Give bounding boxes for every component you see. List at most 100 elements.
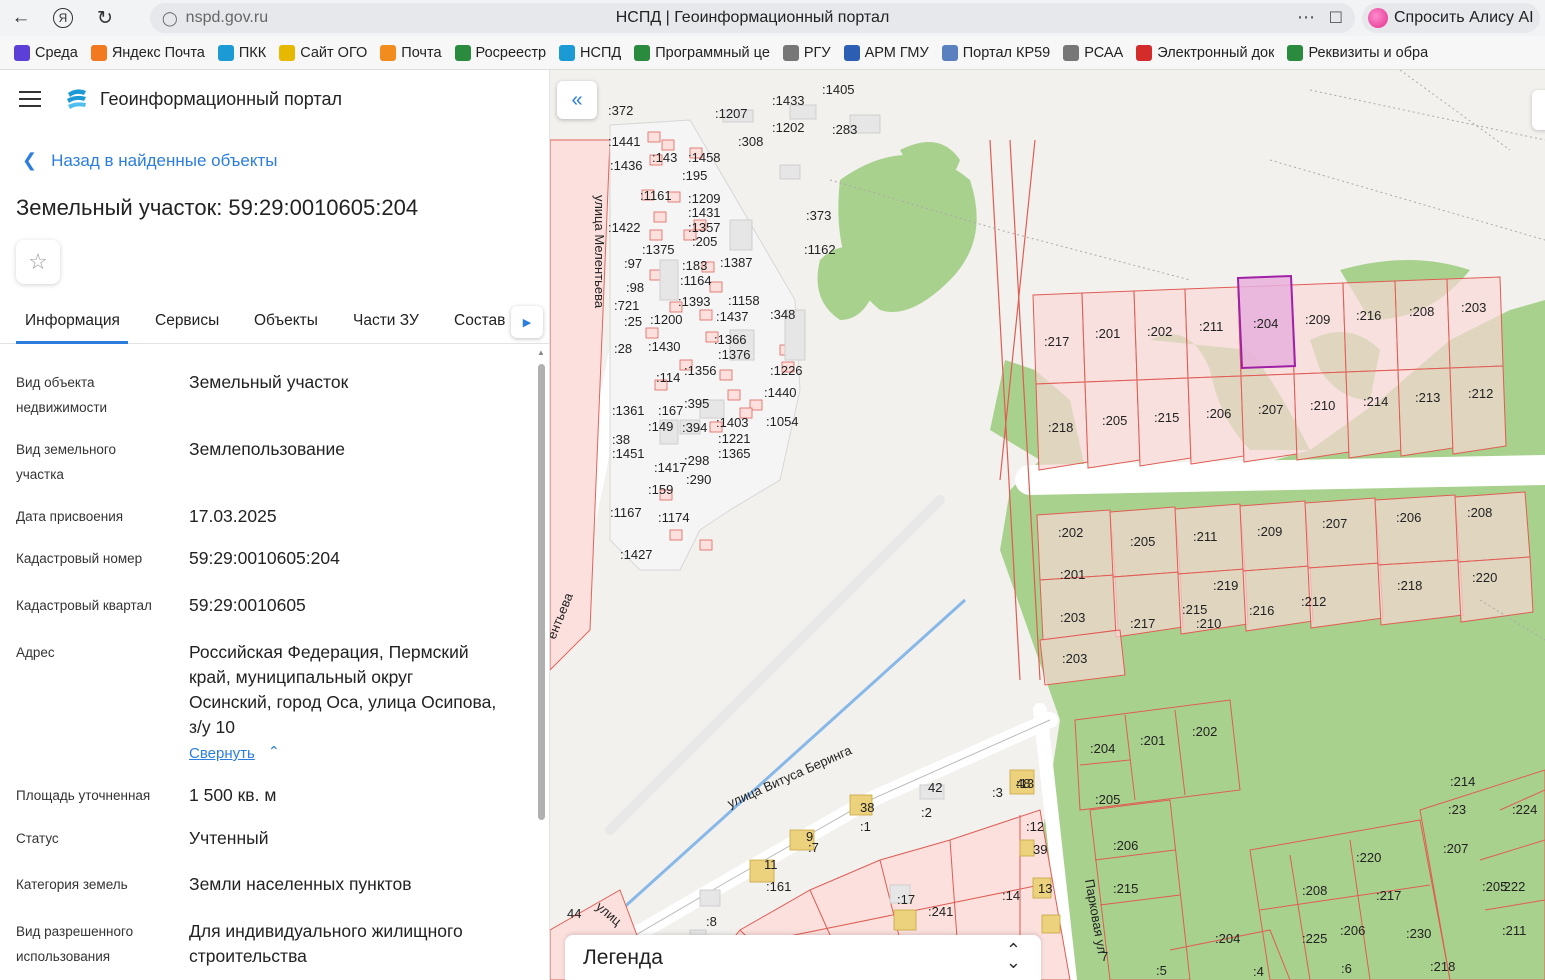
parcel-label: 44 — [567, 906, 581, 921]
parcel — [1345, 369, 1402, 459]
parcel-label: :205 — [1130, 534, 1155, 549]
building — [729, 219, 753, 251]
parcel-label: :220 — [1472, 570, 1497, 585]
info-label: Статус — [16, 831, 59, 846]
bookmark-item[interactable]: АРМ ГМУ — [843, 44, 929, 61]
parcel — [1454, 491, 1531, 563]
bookmark-item[interactable]: Электронный док — [1136, 44, 1275, 61]
parcel-label: :721 — [614, 298, 639, 313]
bookmark-item[interactable]: РСАА — [1063, 44, 1123, 61]
bookmark-label: Реквизиты и обра — [1308, 44, 1429, 61]
parcel — [1374, 494, 1461, 566]
tab-bar: Информация Сервисы Объекты Части ЗУ Сост… — [0, 302, 549, 344]
bookmark-label: Среда — [35, 44, 78, 61]
parcel-label: :1167 — [610, 505, 642, 520]
collapse-panel-button[interactable]: « — [557, 81, 597, 119]
tab-composition[interactable]: Состав — [454, 312, 505, 330]
info-value: Земельный участок — [189, 372, 349, 392]
street-label: улица Мелентьева — [592, 195, 607, 309]
bookmark-item[interactable]: Программный це — [634, 44, 770, 61]
bookmark-item[interactable]: Почта — [380, 44, 442, 61]
parcel-label: :207 — [1443, 841, 1468, 856]
scrollbar-thumb[interactable] — [538, 364, 545, 820]
back-to-results-link[interactable]: ❮ Назад в найденные объекты — [22, 150, 278, 171]
parcel-label: :298 — [684, 453, 709, 468]
more-icon[interactable]: ⋯ — [1297, 7, 1315, 28]
parcel-label: :1202 — [772, 120, 805, 135]
parcel-label: :1458 — [688, 150, 721, 165]
parcel-label: :1158 — [728, 293, 760, 308]
street-label: улица Витуса Беринга — [725, 742, 854, 811]
parcel-label: :348 — [770, 307, 795, 322]
reload-icon[interactable]: ↻ — [84, 0, 126, 36]
parcel-label: :204 — [1090, 741, 1115, 756]
bookmark-item[interactable]: Реквизиты и обра — [1287, 44, 1429, 61]
bookmark-item[interactable]: Сайт ОГО — [279, 44, 367, 61]
parcel-label: :167 — [658, 403, 683, 418]
map-view[interactable]: :372:1207:1433:1405:1202:283:1441:308:14… — [550, 70, 1545, 980]
bookmarks-bar: Среда Яндекс Почта ПКК Сайт ОГО Почта Росреес… — [0, 36, 1545, 70]
info-label: Категория земель — [16, 877, 128, 892]
parcel-label: :161 — [766, 879, 791, 894]
parcel-label: :1365 — [718, 446, 751, 461]
parcel-label: :1387 — [720, 255, 753, 270]
chevron-up-icon[interactable]: ⌃ — [268, 743, 280, 760]
collapse-link[interactable]: Свернуть — [189, 745, 255, 762]
bookmark-item[interactable]: Яндекс Почта — [90, 44, 205, 61]
tabs-scroll-right-button[interactable]: ▶ — [511, 306, 543, 338]
parcel-label: :394 — [682, 420, 707, 435]
bookmark-icon[interactable]: ☐ — [1329, 8, 1343, 28]
yandex-icon[interactable]: Я — [42, 0, 84, 36]
parcel-label: :149 — [648, 419, 673, 434]
map-tools-button[interactable] — [1532, 90, 1545, 130]
address-bar[interactable]: ◯ nspd.gov.ru НСПД | Геоинформационный п… — [150, 3, 1355, 33]
bookmark-label: РГУ — [803, 44, 831, 61]
parcel-label: :208 — [1409, 304, 1434, 319]
tab-objects[interactable]: Объекты — [254, 312, 318, 330]
legend-title: Легенда — [583, 945, 663, 969]
parcel-label: :217 — [1130, 616, 1155, 631]
bookmark-item[interactable]: Росреестр — [454, 44, 546, 61]
parcel-label: :214 — [1450, 774, 1475, 789]
url-text: nspd.gov.ru — [185, 9, 269, 26]
scroll-up-icon[interactable]: ▲ — [537, 348, 545, 357]
bookmark-item[interactable]: ПКК — [217, 44, 266, 61]
parcel-label: :1207 — [715, 106, 748, 121]
bookmark-label: Портал КР59 — [962, 44, 1051, 61]
bookmark-label: Электронный док — [1157, 44, 1275, 61]
bookmark-item[interactable]: Портал КР59 — [941, 44, 1051, 61]
bookmark-item[interactable]: Среда — [14, 44, 78, 61]
parcel-label: :211 — [1502, 923, 1526, 938]
parcel-label: :241 — [928, 904, 953, 919]
parcel-label: :1393 — [678, 294, 711, 309]
active-tab-indicator — [16, 341, 128, 344]
info-label: Вид разрешенного использования — [16, 924, 134, 964]
back-arrow-icon[interactable]: ← — [0, 0, 42, 36]
favorite-button[interactable]: ☆ — [16, 240, 60, 284]
bookmark-item[interactable]: НСПД — [559, 44, 621, 61]
parcel — [649, 229, 663, 241]
parcel-label: :290 — [686, 472, 711, 487]
tab-parts[interactable]: Части ЗУ — [353, 312, 419, 330]
parcel-label: :210 — [1196, 616, 1221, 631]
block-area — [609, 119, 801, 571]
parcel-label: :2 — [921, 805, 932, 820]
alice-button[interactable]: Спросить Алису AI — [1362, 3, 1540, 33]
parcel-label: :8 — [706, 914, 717, 929]
bookmark-item[interactable]: РГУ — [782, 44, 831, 61]
cadastral-map[interactable]: :372:1207:1433:1405:1202:283:1441:308:14… — [550, 70, 1545, 980]
parcel-label: :222 — [1500, 879, 1525, 894]
legend-panel[interactable]: Легенда ⌃ ⌄ — [565, 935, 1041, 980]
parcel-label: :283 — [832, 122, 857, 137]
parcel-label: :1417 — [654, 460, 687, 475]
info-label: Кадастровый квартал — [16, 598, 152, 613]
tab-info[interactable]: Информация — [25, 312, 120, 330]
panel-scrollbar[interactable]: ▲ — [537, 348, 545, 980]
expand-collapse-icon[interactable]: ⌃ ⌄ — [1006, 941, 1021, 971]
parcel — [1293, 371, 1350, 461]
parcel-label: :1437 — [716, 309, 749, 324]
menu-icon[interactable] — [19, 91, 41, 112]
parcel-label: 42 — [928, 780, 942, 795]
parcel-label: :373 — [806, 208, 831, 223]
tab-services[interactable]: Сервисы — [155, 312, 219, 330]
